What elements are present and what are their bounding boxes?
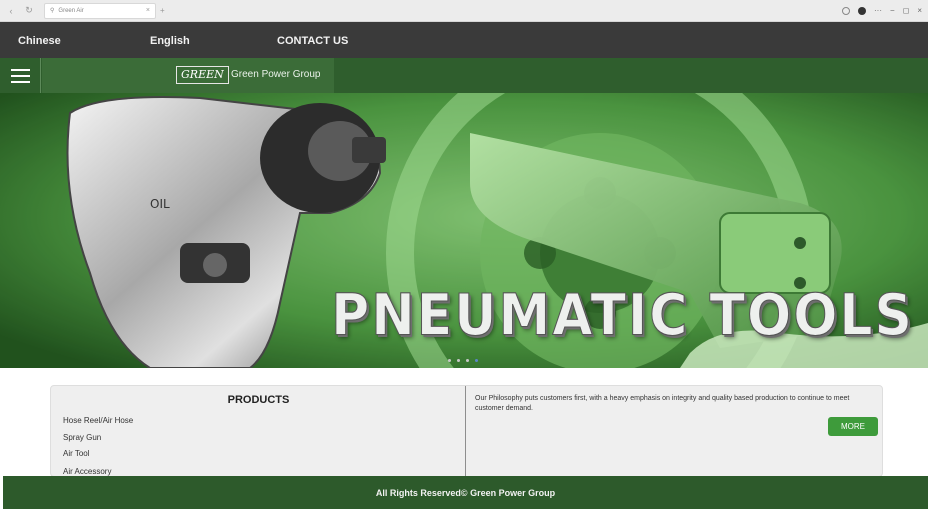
hero-banner[interactable]: OIL PNEUMATIC TOOLS — [0, 93, 928, 368]
link-icon: ⚲ — [50, 8, 55, 14]
window-controls: ··· − ◻ × — [842, 6, 922, 15]
product-link-spray-gun[interactable]: Spray Gun — [63, 433, 101, 442]
carousel-dot[interactable] — [466, 359, 469, 362]
tab-close-icon[interactable]: × — [146, 7, 150, 14]
product-link-air-tool[interactable]: Air Tool — [63, 449, 90, 458]
tab-title: Green Air — [58, 7, 84, 14]
products-title: PRODUCTS — [227, 394, 290, 406]
company-name: Green Power Group — [231, 69, 321, 80]
nav-link-english[interactable]: English — [150, 35, 190, 47]
profile-icon[interactable] — [858, 6, 867, 15]
product-link-air-accessory[interactable]: Air Accessory — [63, 467, 111, 476]
carousel-dot[interactable] — [448, 359, 451, 362]
logo[interactable]: GREEN — [176, 66, 229, 84]
minimize-icon[interactable]: − — [890, 6, 895, 15]
products-section: PRODUCTS Hose Reel/Air Hose Spray Gun Ai… — [51, 386, 466, 478]
new-tab-icon[interactable]: + — [160, 6, 165, 15]
hero-title: PNEUMATIC TOOLS — [331, 282, 914, 349]
nav-link-chinese[interactable]: Chinese — [18, 35, 61, 47]
top-nav: Chinese English CONTACT US — [0, 22, 928, 58]
reload-icon[interactable]: ↻ — [22, 4, 36, 18]
footer-copyright: All Rights Reserved© Green Power Group — [375, 487, 556, 498]
back-icon[interactable]: ‹ — [4, 4, 18, 18]
svg-text:OIL: OIL — [150, 197, 170, 211]
carousel-dot-active[interactable] — [475, 359, 478, 362]
content-panel: PRODUCTS Hose Reel/Air Hose Spray Gun Ai… — [50, 385, 883, 478]
browser-toolbar: ‹ ↻ ⚲ Green Air × + ··· − ◻ × — [0, 0, 928, 22]
carousel-dot[interactable] — [457, 359, 460, 362]
menu-icon[interactable]: ··· — [874, 6, 882, 15]
footer: All Rights Reserved© Green Power Group — [3, 476, 928, 509]
brand-bar — [0, 58, 928, 93]
nav-link-contact-us[interactable]: CONTACT US — [277, 35, 348, 47]
maximize-icon[interactable]: ◻ — [903, 6, 910, 15]
philosophy-text: Our Philosophy puts customers first, wit… — [475, 395, 850, 412]
hamburger-menu-icon[interactable] — [0, 58, 41, 93]
more-button[interactable]: MORE — [828, 417, 878, 436]
browser-tab[interactable]: ⚲ Green Air × — [44, 2, 156, 19]
close-window-icon[interactable]: × — [917, 6, 922, 15]
extension-icon[interactable] — [842, 6, 851, 15]
product-link-hose-reel[interactable]: Hose Reel/Air Hose — [63, 416, 133, 425]
carousel-dots — [448, 359, 478, 362]
